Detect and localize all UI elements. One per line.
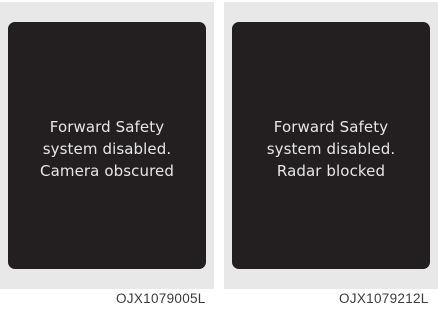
cluster-display-screen: Forward Safety system disabled. Camera o… — [8, 22, 206, 269]
warning-line-3: Radar blocked — [276, 162, 386, 180]
warning-line-2: system disabled. — [266, 140, 396, 158]
warning-line-1: Forward Safety — [273, 118, 389, 136]
warning-line-1: Forward Safety — [49, 118, 165, 136]
figure-panel-radar: Forward Safety system disabled. Radar bl… — [224, 2, 438, 289]
figure-code-camera: OJX1079005L — [116, 291, 206, 306]
warning-line-2: system disabled. — [42, 140, 172, 158]
warning-message: Forward Safety system disabled. Camera o… — [8, 116, 206, 182]
figure-code-radar: OJX1079212L — [339, 291, 429, 306]
warning-message: Forward Safety system disabled. Radar bl… — [232, 116, 430, 182]
figure-panel-camera: Forward Safety system disabled. Camera o… — [0, 2, 214, 289]
cluster-display-screen: Forward Safety system disabled. Radar bl… — [232, 22, 430, 269]
warning-line-3: Camera obscured — [40, 162, 174, 180]
